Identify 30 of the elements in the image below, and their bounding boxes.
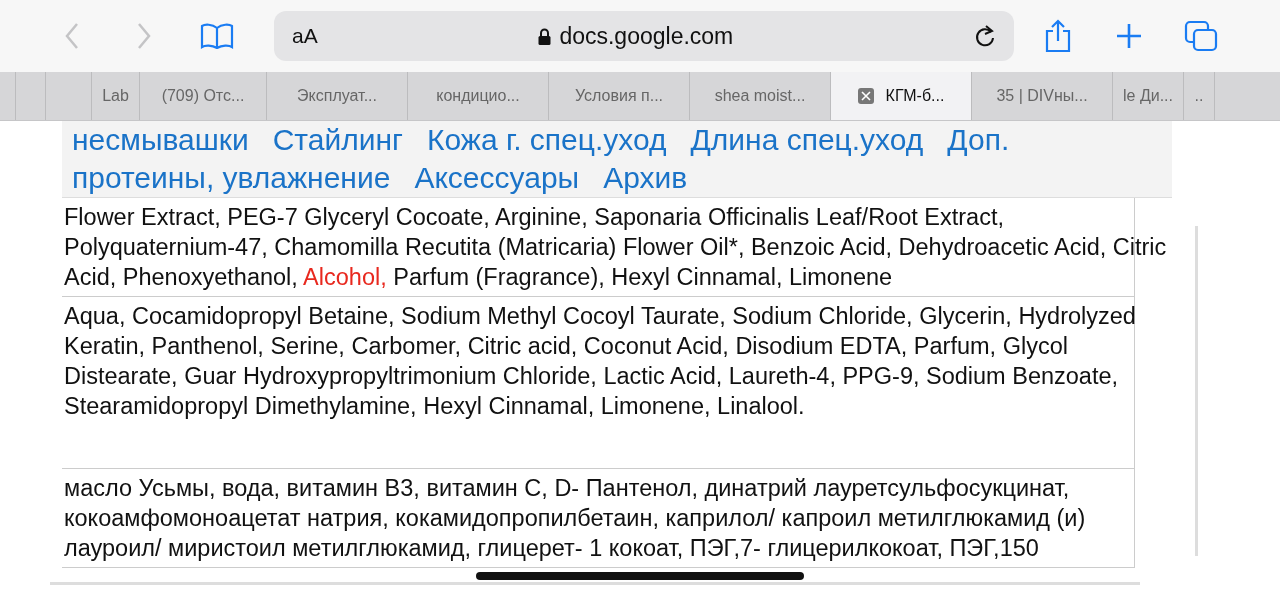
table-cell-text: Aqua, Cocamidopropyl Betaine, Sodium Methyl Cocoyl Taurate, Sodium Chloride, Glycerin, Hydrolyzed Keratin, Panthenol, Serine, Carbomer, Citric acid, Coconut Acid, Disodium EDTA, Parfum, Glycol Distearate, Guar Hydroxypropyltrimonium Chloride, Lactic Acid, Laureth-4, PPG-9, Sodium Benzoate, Stearamidopropyl Dimethylamine, Hexyl Cinnamal, Limonene, Linalool. — [64, 302, 1137, 421]
browser-tab[interactable]: кондицио... — [408, 72, 549, 120]
sheet-link[interactable]: Доп. — [947, 121, 1010, 159]
address-bar[interactable]: aA docs.google.com — [274, 11, 1014, 61]
sheet-link[interactable]: протеины, увлажнение — [72, 159, 391, 197]
sheet-link[interactable]: Аксессуары — [414, 159, 580, 197]
browser-tab[interactable]: Lab — [92, 72, 140, 120]
url-text: docs.google.com — [559, 22, 734, 50]
table-cell-text: Flower Extract, PEG-7 Glyceryl Cocoate, Arginine, Saponaria Officinalis Leaf/Root Extract, Polyquaternium-47, Chamomilla Recutita (Matricaria) Flower Oil*, Benzoic Acid, Dehydroacetic Acid, Citric Acid, Phenoxyethanol, Alcohol, Parfum (Fragrance), Hexyl Cinnamal, Limonene — [64, 203, 1168, 292]
table-cell-text: масло Усьмы, вода, витамин B3, витамин C, D- Пантенол, динатрий лауретсульфосукцинат, кокоамфомоноацетат натрия, кокамидопропилбетаин, каприлол/ капроил метилглюкамид (и) лауроил/ миристоил метилглюкамид, глицерет- 1 кокоат, ПЭГ,7- глицерилкокоат, ПЭГ,150 — [64, 474, 1087, 563]
browser-tab[interactable]: (709) Отс... — [140, 72, 267, 120]
sheet-link[interactable]: Архив — [603, 159, 688, 197]
sheet-link[interactable]: несмывашки — [72, 121, 249, 159]
sheet-link[interactable]: Кожа г. спец.уход — [427, 121, 667, 159]
tabs-icon[interactable] — [1184, 20, 1218, 52]
reload-icon[interactable] — [974, 24, 996, 48]
browser-tab[interactable]: le Ди... — [1113, 72, 1184, 120]
browser-tab[interactable]: Эксплуат... — [267, 72, 408, 120]
browser-tab[interactable]: КГМ-б... — [831, 72, 972, 120]
lock-icon — [538, 27, 552, 45]
close-icon[interactable] — [857, 88, 874, 104]
sheet-link[interactable]: Стайлинг — [272, 121, 403, 159]
browser-tab[interactable]: Условия п... — [549, 72, 690, 120]
share-icon[interactable] — [1044, 19, 1072, 53]
book-icon[interactable] — [200, 23, 234, 49]
sheet-link[interactable]: Длина спец.уход — [690, 121, 924, 159]
plus-icon[interactable] — [1116, 23, 1142, 49]
browser-tab[interactable]: .. — [1184, 72, 1215, 120]
text-size-button[interactable]: aA — [292, 24, 318, 48]
browser-tab[interactable]: 35 | DIVны... — [972, 72, 1113, 120]
